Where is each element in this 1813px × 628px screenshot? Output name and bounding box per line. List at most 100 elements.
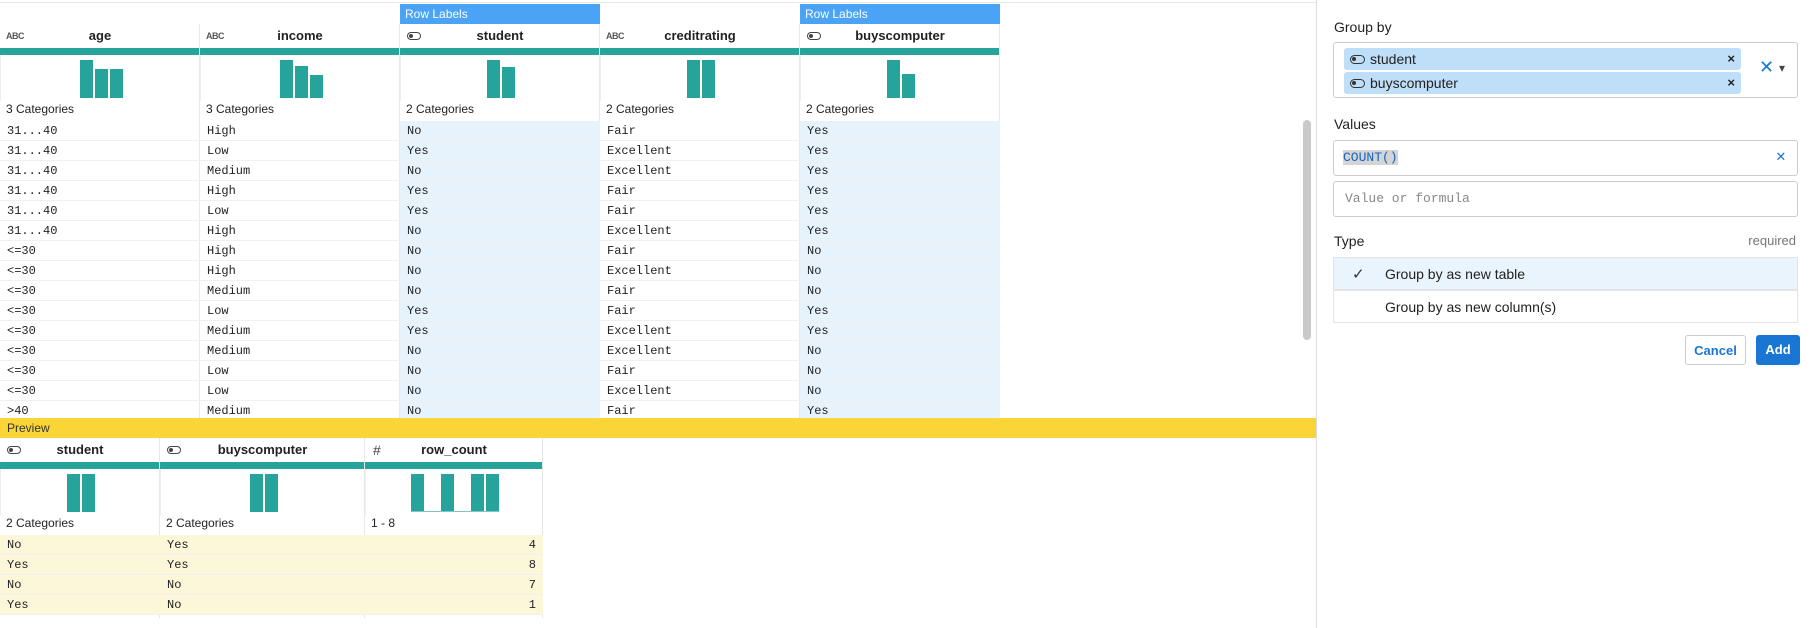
clear-value-icon[interactable]: ✕ bbox=[1776, 140, 1786, 174]
table-cell[interactable]: Excellent bbox=[600, 261, 800, 281]
table-cell[interactable]: Yes bbox=[400, 301, 600, 321]
preview-cell[interactable]: Yes bbox=[0, 595, 160, 615]
vertical-scrollbar[interactable] bbox=[1303, 120, 1311, 340]
remove-chip-icon[interactable]: × bbox=[1727, 72, 1735, 94]
table-cell[interactable]: No bbox=[400, 361, 600, 381]
preview-cell[interactable]: 7 bbox=[365, 575, 543, 595]
column-title[interactable]: ABC creditrating bbox=[600, 24, 800, 48]
table-cell[interactable]: 31...40 bbox=[0, 201, 200, 221]
table-cell[interactable]: No bbox=[800, 261, 1000, 281]
table-cell[interactable]: Yes bbox=[800, 221, 1000, 241]
table-cell[interactable]: 31...40 bbox=[0, 121, 200, 141]
table-cell[interactable]: Yes bbox=[800, 201, 1000, 221]
table-cell[interactable]: Yes bbox=[400, 141, 600, 161]
table-cell[interactable]: No bbox=[400, 341, 600, 361]
column-title[interactable]: student bbox=[0, 438, 160, 462]
value-formula-field[interactable]: COUNT() ✕ bbox=[1333, 140, 1798, 176]
table-cell[interactable]: 31...40 bbox=[0, 141, 200, 161]
table-cell[interactable]: Fair bbox=[600, 361, 800, 381]
value-formula-input[interactable] bbox=[1343, 190, 1787, 207]
preview-cell[interactable]: No bbox=[0, 535, 160, 555]
preview-cell[interactable]: 4 bbox=[365, 535, 543, 555]
column-header[interactable]: buyscomputer 2 Categories bbox=[160, 438, 365, 531]
table-cell[interactable]: High bbox=[200, 221, 400, 241]
table-cell[interactable]: Fair bbox=[600, 241, 800, 261]
column-title[interactable]: ABC age bbox=[0, 24, 200, 48]
table-cell[interactable]: <=30 bbox=[0, 381, 200, 401]
table-cell[interactable]: Fair bbox=[600, 201, 800, 221]
table-cell[interactable]: Medium bbox=[200, 161, 400, 181]
table-cell[interactable]: Low bbox=[200, 301, 400, 321]
table-cell[interactable]: High bbox=[200, 261, 400, 281]
table-cell[interactable]: Yes bbox=[400, 321, 600, 341]
table-cell[interactable]: Low bbox=[200, 201, 400, 221]
preview-cell[interactable]: Yes bbox=[0, 555, 160, 575]
value-formula-input-field[interactable] bbox=[1333, 181, 1798, 217]
table-cell[interactable]: <=30 bbox=[0, 301, 200, 321]
table-cell[interactable]: No bbox=[800, 381, 1000, 401]
table-cell[interactable]: 31...40 bbox=[0, 221, 200, 241]
column-title[interactable]: # row_count bbox=[365, 438, 543, 462]
column-header[interactable]: buyscomputer 2 Categories bbox=[800, 24, 1000, 117]
table-cell[interactable]: No bbox=[800, 361, 1000, 381]
table-cell[interactable]: <=30 bbox=[0, 281, 200, 301]
table-cell[interactable]: Excellent bbox=[600, 341, 800, 361]
option-group-as-new-table[interactable]: ✓ Group by as new table bbox=[1333, 257, 1798, 290]
table-cell[interactable]: High bbox=[200, 241, 400, 261]
table-cell[interactable]: Yes bbox=[400, 201, 600, 221]
column-title[interactable]: ABC income bbox=[200, 24, 400, 48]
table-cell[interactable]: Yes bbox=[800, 301, 1000, 321]
preview-cell[interactable]: Yes bbox=[160, 555, 365, 575]
group-by-chip-student[interactable]: student × bbox=[1344, 48, 1741, 70]
preview-cell[interactable]: No bbox=[160, 595, 365, 615]
table-cell[interactable]: <=30 bbox=[0, 321, 200, 341]
table-cell[interactable]: Fair bbox=[600, 121, 800, 141]
table-cell[interactable]: Low bbox=[200, 361, 400, 381]
table-cell[interactable]: No bbox=[400, 261, 600, 281]
remove-chip-icon[interactable]: × bbox=[1727, 48, 1735, 70]
column-header[interactable]: student 2 Categories bbox=[400, 24, 600, 117]
preview-cell[interactable]: No bbox=[0, 575, 160, 595]
table-cell[interactable]: Excellent bbox=[600, 221, 800, 241]
table-cell[interactable]: No bbox=[400, 381, 600, 401]
table-cell[interactable]: <=30 bbox=[0, 241, 200, 261]
table-cell[interactable]: Low bbox=[200, 381, 400, 401]
table-cell[interactable]: No bbox=[800, 281, 1000, 301]
table-cell[interactable]: Medium bbox=[200, 341, 400, 361]
table-cell[interactable]: Medium bbox=[200, 321, 400, 341]
column-title[interactable]: student bbox=[400, 24, 600, 48]
table-cell[interactable]: Low bbox=[200, 141, 400, 161]
table-cell[interactable]: Excellent bbox=[600, 161, 800, 181]
table-cell[interactable]: High bbox=[200, 121, 400, 141]
option-group-as-new-columns[interactable]: Group by as new column(s) bbox=[1333, 290, 1798, 323]
column-title[interactable]: buyscomputer bbox=[800, 24, 1000, 48]
table-cell[interactable]: Medium bbox=[200, 281, 400, 301]
table-cell[interactable]: Excellent bbox=[600, 321, 800, 341]
table-cell[interactable]: Yes bbox=[800, 121, 1000, 141]
preview-cell[interactable]: No bbox=[160, 575, 365, 595]
table-cell[interactable]: No bbox=[400, 281, 600, 301]
column-header[interactable]: # row_count 1 - 8 bbox=[365, 438, 543, 531]
table-cell[interactable]: 31...40 bbox=[0, 161, 200, 181]
table-cell[interactable]: No bbox=[400, 121, 600, 141]
table-cell[interactable]: <=30 bbox=[0, 361, 200, 381]
cancel-button[interactable]: Cancel bbox=[1685, 335, 1746, 365]
column-header[interactable]: ABC age 3 Categories bbox=[0, 24, 200, 117]
clear-all-icon[interactable]: ✕ bbox=[1759, 57, 1774, 78]
table-cell[interactable]: Yes bbox=[800, 321, 1000, 341]
table-cell[interactable]: Excellent bbox=[600, 381, 800, 401]
table-cell[interactable]: Yes bbox=[400, 181, 600, 201]
table-cell[interactable]: No bbox=[400, 161, 600, 181]
column-header[interactable]: student 2 Categories bbox=[0, 438, 160, 531]
table-cell[interactable]: Fair bbox=[600, 181, 800, 201]
preview-cell[interactable]: 8 bbox=[365, 555, 543, 575]
table-cell[interactable]: <=30 bbox=[0, 261, 200, 281]
preview-cell[interactable]: 1 bbox=[365, 595, 543, 615]
table-cell[interactable]: High bbox=[200, 181, 400, 201]
table-cell[interactable]: Yes bbox=[800, 141, 1000, 161]
add-button[interactable]: Add bbox=[1756, 335, 1800, 365]
chevron-down-icon[interactable]: ▾ bbox=[1779, 61, 1785, 75]
preview-cell[interactable]: Yes bbox=[160, 535, 365, 555]
table-cell[interactable]: No bbox=[400, 221, 600, 241]
group-by-chip-buyscomputer[interactable]: buyscomputer × bbox=[1344, 72, 1741, 94]
